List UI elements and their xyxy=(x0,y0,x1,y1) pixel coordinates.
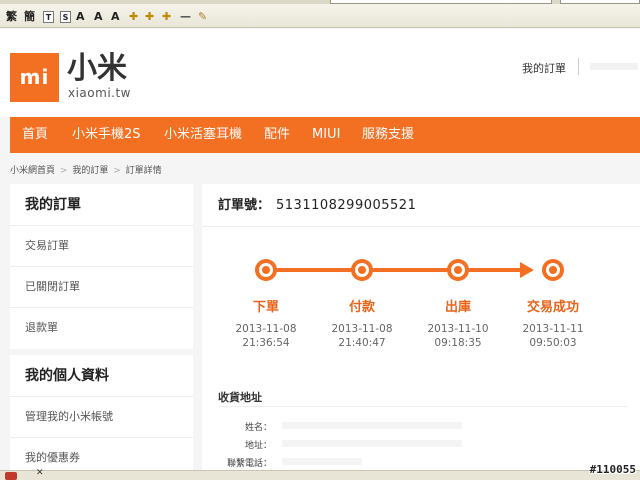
sidebar-profile-title: 我的個人資料 xyxy=(10,355,193,397)
breadcrumb-separator: > xyxy=(113,166,121,176)
breadcrumb: 小米網首頁 > 我的訂單 > 訂單詳情 xyxy=(10,163,162,176)
address-bar[interactable] xyxy=(330,0,552,4)
breadcrumb-home[interactable]: 小米網首頁 xyxy=(10,166,55,176)
sidebar-orders: 我的訂單 交易訂單 已關閉訂單 退款單 xyxy=(10,184,193,349)
simplified-chinese-button[interactable]: 簡 xyxy=(24,10,35,24)
watermark: #110055 xyxy=(589,463,636,476)
font-a-medium-button[interactable]: A xyxy=(94,10,103,24)
step-shipped: 出庫 2013-11-10 09:18:35 xyxy=(410,296,506,350)
nav-item-phone[interactable]: 小米手機2S xyxy=(72,117,141,153)
step-date: 2013-11-08 xyxy=(331,323,393,335)
step-time: 21:40:47 xyxy=(338,337,386,349)
step-dot-icon xyxy=(542,259,564,281)
browser-toolbar: 繁 簡 T S A A A ✚ ✚ ✚ — ✎ xyxy=(0,0,640,28)
step-completed: 交易成功 2013-11-11 09:50:03 xyxy=(505,296,601,350)
t-button[interactable]: T xyxy=(43,11,54,23)
step-dot-icon xyxy=(351,259,373,281)
step-date: 2013-11-08 xyxy=(235,323,297,335)
nav-item-accessories[interactable]: 配件 xyxy=(264,117,290,153)
sidebar-item-closed-orders[interactable]: 已關閉訂單 xyxy=(10,267,193,308)
main-nav: 首頁 小米手機2S 小米活塞耳機 配件 MIUI 服務支援 xyxy=(10,117,640,153)
sidebar-item-account[interactable]: 管理我的小米帳號 xyxy=(10,397,193,438)
logo-subtitle: xiaomi.tw xyxy=(68,86,131,100)
sidebar-orders-title: 我的訂單 xyxy=(10,184,193,226)
step-order-placed: 下單 2013-11-08 21:36:54 xyxy=(218,296,314,350)
site-header: mi 小米 xiaomi.tw 我的訂單 xyxy=(0,29,640,117)
close-icon[interactable]: ✕ xyxy=(36,468,44,478)
phone-value-redacted xyxy=(282,458,362,465)
step-time: 09:50:03 xyxy=(529,337,577,349)
breadcrumb-current: 訂單詳情 xyxy=(125,166,162,176)
step-date: 2013-11-11 xyxy=(522,323,584,335)
font-a-large-button[interactable]: A xyxy=(111,10,120,24)
address-divider xyxy=(218,406,628,407)
step-label: 出庫 xyxy=(444,300,471,315)
traditional-chinese-button[interactable]: 繁 xyxy=(6,10,17,24)
step-dot-icon xyxy=(447,259,469,281)
order-number-row: 訂單號： 5131108299005521 xyxy=(202,184,640,227)
step-label: 交易成功 xyxy=(526,300,579,315)
step-dot-icon xyxy=(255,259,277,281)
search-bar[interactable] xyxy=(560,0,640,4)
name-value-redacted xyxy=(282,422,462,429)
font-a-small-button[interactable]: A xyxy=(76,10,85,24)
status-icon[interactable] xyxy=(5,472,17,480)
sidebar-item-refunds[interactable]: 退款單 xyxy=(10,308,193,349)
step-label: 付款 xyxy=(348,300,375,315)
order-number: 5131108299005521 xyxy=(276,198,417,213)
sidebar-profile: 我的個人資料 管理我的小米帳號 我的優惠券 xyxy=(10,355,193,479)
step-paid: 付款 2013-11-08 21:40:47 xyxy=(314,296,410,350)
plus-s-icon[interactable]: ✚ xyxy=(162,10,171,24)
shipping-address-title: 收貨地址 xyxy=(218,391,262,404)
plus-t-icon[interactable]: ✚ xyxy=(145,10,154,24)
tool-icon[interactable]: ✎ xyxy=(198,10,207,24)
nav-item-miui[interactable]: MIUI xyxy=(312,117,340,153)
progress-arrow-icon xyxy=(520,262,534,278)
zoom-in-icon[interactable]: ✚ xyxy=(129,10,138,24)
progress-track xyxy=(266,268,526,272)
breadcrumb-separator: > xyxy=(59,166,68,176)
user-name-redacted xyxy=(590,63,638,70)
nav-item-home[interactable]: 首頁 xyxy=(22,117,48,153)
step-date: 2013-11-10 xyxy=(427,323,489,335)
sidebar-item-trade-orders[interactable]: 交易訂單 xyxy=(10,226,193,267)
step-time: 09:18:35 xyxy=(434,337,482,349)
phone-label: 聯繫電話： xyxy=(226,459,272,469)
nav-item-support[interactable]: 服務支援 xyxy=(362,117,414,153)
order-number-label: 訂單號： xyxy=(218,198,271,213)
mi-logo-icon[interactable]: mi xyxy=(10,53,59,102)
name-label: 姓名： xyxy=(244,423,272,433)
zoom-out-icon[interactable]: — xyxy=(180,10,191,24)
logo-name[interactable]: 小米 xyxy=(67,53,127,85)
address-value-redacted xyxy=(282,440,462,447)
address-label: 地址： xyxy=(244,441,272,451)
s-button[interactable]: S xyxy=(60,11,71,23)
header-divider xyxy=(578,58,579,75)
step-label: 下單 xyxy=(252,300,279,315)
browser-status-bar: ✕ xyxy=(0,468,640,480)
step-time: 21:36:54 xyxy=(242,337,290,349)
order-progress: 下單 2013-11-08 21:36:54 付款 2013-11-08 21:… xyxy=(202,228,640,368)
breadcrumb-orders[interactable]: 我的訂單 xyxy=(72,166,108,176)
nav-item-earphones[interactable]: 小米活塞耳機 xyxy=(164,117,242,153)
order-detail-panel: 訂單號： 5131108299005521 下單 2013-11-08 21:36… xyxy=(202,184,640,474)
my-orders-link[interactable]: 我的訂單 xyxy=(522,60,566,76)
